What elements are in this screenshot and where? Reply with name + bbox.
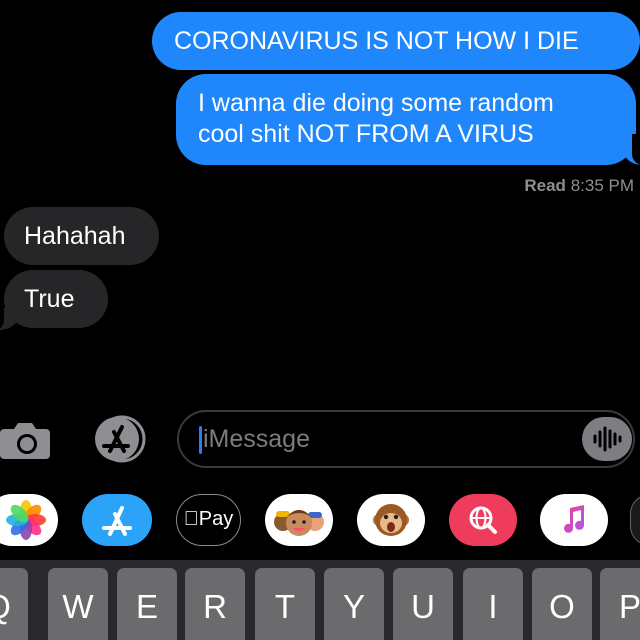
- message-text: Hahahah: [24, 222, 126, 250]
- read-time: 8:35 PM: [570, 176, 634, 195]
- apps-button[interactable]: [88, 415, 148, 463]
- music-note-icon: [564, 505, 585, 533]
- key-t[interactable]: T: [255, 568, 315, 640]
- app-store-icon: [102, 506, 132, 536]
- sent-message[interactable]: I wanna die doing some random cool shit …: [176, 74, 636, 165]
- globe-search-icon: [469, 506, 497, 534]
- imessage-input[interactable]: iMessage: [177, 410, 635, 468]
- app-drawer: Pay: [0, 482, 640, 560]
- animoji-app-button[interactable]: [357, 494, 425, 546]
- key-i[interactable]: I: [463, 568, 523, 640]
- key-o[interactable]: O: [532, 568, 592, 640]
- read-receipt: Read 8:35 PM: [524, 176, 634, 196]
- app-store-icon: [95, 415, 146, 463]
- received-message[interactable]: True: [4, 270, 108, 328]
- more-apps-button[interactable]: [630, 494, 640, 546]
- message-text: I wanna die doing some random: [198, 89, 554, 117]
- sent-message[interactable]: CORONAVIRUS IS NOT HOW I DIE: [152, 12, 640, 70]
- key-p[interactable]: P: [600, 568, 640, 640]
- photos-app-button[interactable]: [0, 494, 58, 546]
- key-e[interactable]: E: [117, 568, 177, 640]
- music-app-button[interactable]: [540, 494, 608, 546]
- read-label: Read: [524, 176, 566, 195]
- text-caret: [199, 426, 202, 454]
- keyboard: Q W E R T Y U I O P: [0, 560, 640, 640]
- camera-button[interactable]: [0, 417, 50, 462]
- memoji-icon: [274, 510, 324, 536]
- camera-icon: [0, 423, 50, 459]
- message-text: CORONAVIRUS IS NOT HOW I DIE: [174, 27, 579, 55]
- app-store-app-button[interactable]: [82, 494, 152, 546]
- photos-icon: [6, 500, 46, 540]
- input-placeholder: iMessage: [203, 425, 310, 453]
- key-r[interactable]: R: [185, 568, 245, 640]
- key-y[interactable]: Y: [324, 568, 384, 640]
- memoji-app-button[interactable]: [265, 494, 333, 546]
- images-search-app-button[interactable]: [449, 494, 517, 546]
- apple-pay-icon: Pay: [177, 508, 240, 531]
- audio-waveform-icon: [593, 426, 622, 452]
- key-q[interactable]: Q: [0, 568, 28, 640]
- apple-pay-app-button[interactable]: Pay: [176, 494, 241, 546]
- key-w[interactable]: W: [48, 568, 108, 640]
- pay-label: Pay: [191, 508, 233, 530]
- monkey-icon: [373, 504, 409, 536]
- message-text: True: [24, 285, 75, 313]
- audio-message-button[interactable]: [582, 417, 632, 461]
- key-u[interactable]: U: [393, 568, 453, 640]
- received-message[interactable]: Hahahah: [4, 207, 159, 265]
- message-text: cool shit NOT FROM A VIRUS: [198, 120, 534, 148]
- apple-logo-icon: : [184, 508, 199, 530]
